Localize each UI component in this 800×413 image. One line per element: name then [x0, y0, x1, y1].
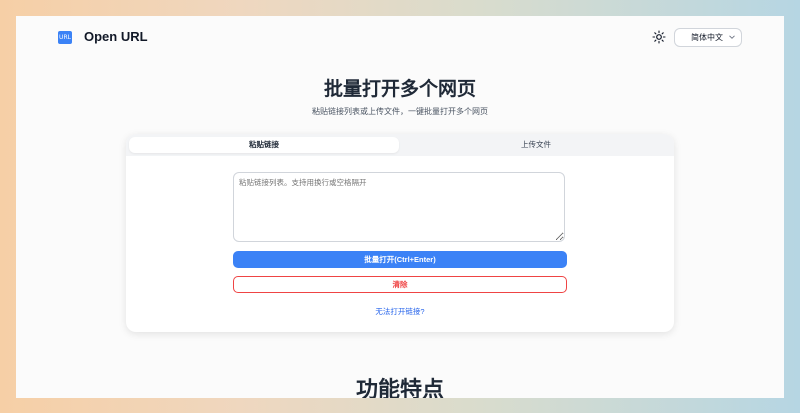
- logo-icon: URL: [58, 31, 72, 44]
- input-card: 粘贴链接 上传文件 批量打开(Ctrl+Enter) 清除 无法打开链接?: [126, 134, 674, 332]
- app-window: URL Open URL 简体中文 批量打开多个网页 粘贴链接列表或上传文件，一…: [16, 16, 784, 398]
- links-textarea[interactable]: [233, 172, 565, 242]
- clear-button[interactable]: 清除: [233, 276, 567, 293]
- theme-toggle-button[interactable]: [652, 30, 666, 44]
- tab-bar: 粘贴链接 上传文件: [126, 134, 674, 156]
- brand-name[interactable]: Open URL: [84, 29, 148, 44]
- sun-icon: [652, 30, 666, 44]
- chevron-down-icon: [729, 35, 735, 39]
- page-title: 批量打开多个网页: [323, 79, 476, 100]
- help-link[interactable]: 无法打开链接?: [126, 306, 674, 317]
- language-select-value: 简体中文: [691, 33, 723, 42]
- tab-upload-file[interactable]: 上传文件: [401, 137, 671, 153]
- page-subtitle: 粘贴链接列表或上传文件，一键批量打开多个网页: [312, 107, 488, 116]
- batch-open-button[interactable]: 批量打开(Ctrl+Enter): [233, 251, 567, 268]
- language-select[interactable]: 简体中文: [674, 28, 742, 47]
- tab-paste-links[interactable]: 粘贴链接: [129, 137, 399, 153]
- features-title: 功能特点: [355, 377, 444, 398]
- top-bar: URL Open URL 简体中文: [16, 16, 784, 60]
